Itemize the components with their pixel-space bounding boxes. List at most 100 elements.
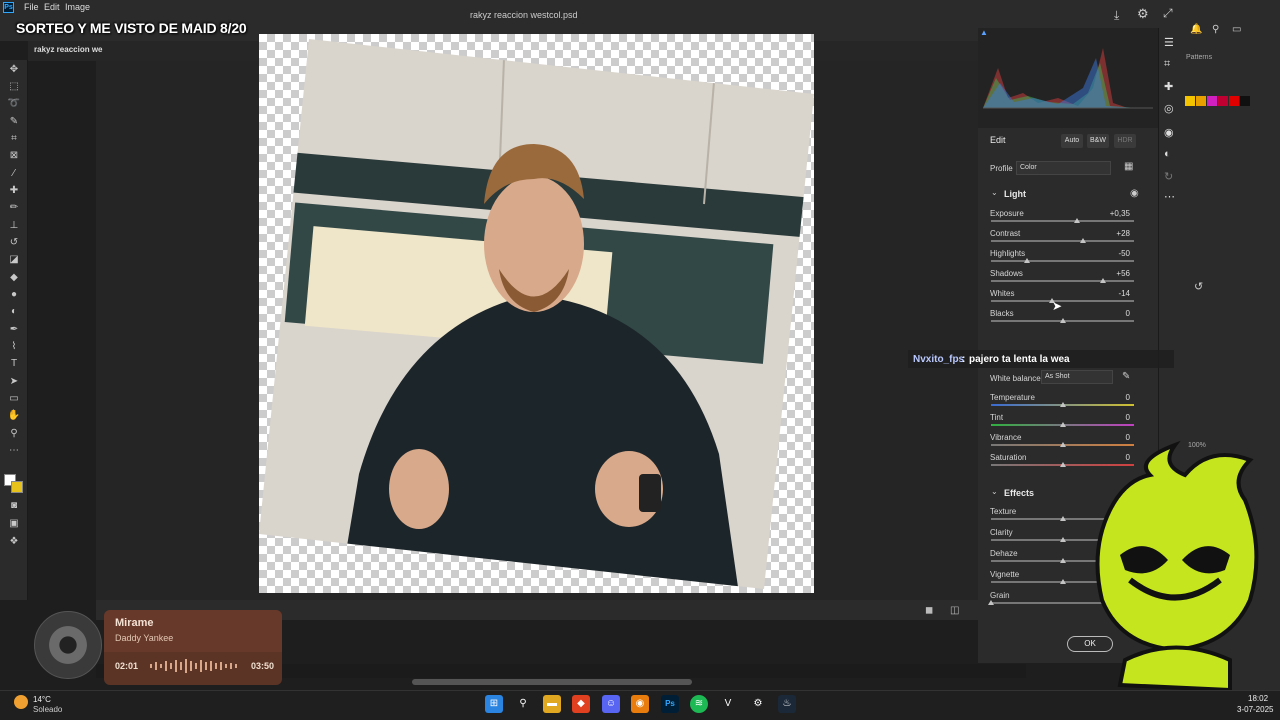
settings-gear-icon[interactable]: ⚙ [1137,6,1149,22]
light-visibility-eye-icon[interactable]: ◉ [1130,188,1139,199]
steam-icon[interactable]: ♨ [778,695,796,713]
blur-tool-icon[interactable]: ● [7,289,21,301]
menu-edit[interactable]: Edit [44,2,60,12]
color-swatch[interactable] [1240,96,1250,106]
single-view-icon[interactable]: ◼ [925,605,933,616]
brush-tool-icon[interactable]: ✏ [7,202,21,214]
photoshop-logo-icon[interactable]: Ps [3,2,14,13]
rectangle-tool-icon[interactable]: ▭ [7,393,21,405]
more-options-icon[interactable]: ⋯ [1164,190,1175,203]
slider-value-exposure[interactable]: +0,35 [1098,209,1130,218]
workspace-icon[interactable]: ▭ [1232,24,1241,35]
healing-tool-icon[interactable]: ✚ [7,185,21,197]
pen-tool-icon[interactable]: ✒ [7,324,21,336]
slider-track-whites[interactable] [991,300,1134,302]
spotify-icon[interactable]: ≋ [690,695,708,713]
slider-track-exposure[interactable] [991,220,1134,222]
profile-browser-icon[interactable]: ▦ [1124,161,1133,172]
profile-select[interactable]: Color [1016,161,1111,175]
paint-bucket-icon[interactable]: ◆ [7,272,21,284]
pen-tool-icon-2[interactable]: ⌇ [7,341,21,353]
path-select-icon[interactable]: ➤ [7,376,21,388]
dodge-tool-icon[interactable]: ◐ [7,306,21,318]
image-canvas[interactable] [259,34,814,593]
notifications-icon[interactable]: 🔔 [1190,24,1202,35]
app-icon[interactable]: ⚙ [749,695,767,713]
color-swatch[interactable] [1185,96,1195,106]
move-tool-icon[interactable]: ✥ [7,64,21,76]
hand-tool-icon[interactable]: ✋ [7,410,21,422]
auto-button[interactable]: Auto [1061,134,1083,148]
color-swatch[interactable] [1207,96,1217,106]
slider-thumb-vignette[interactable] [1059,579,1066,584]
clock-date[interactable]: 3-07-2025 [1237,705,1273,714]
slider-thumb-temperature[interactable] [1059,402,1066,407]
document-tab[interactable]: rakyz reaccion we [34,45,102,54]
background-color-swatch[interactable] [11,481,23,493]
edit-sliders-icon[interactable]: ☰ [1164,36,1174,49]
snapshots-icon[interactable]: ↻ [1164,170,1173,183]
discord-icon[interactable]: ☺ [602,695,620,713]
extras-icon[interactable]: ❖ [7,536,21,548]
file-explorer-icon[interactable]: ▬ [543,695,561,713]
history-brush-icon[interactable]: ↺ [7,237,21,249]
slider-thumb-blacks[interactable] [1059,318,1066,323]
screen-mode-icon[interactable]: ▣ [7,518,21,530]
quick-mask-icon[interactable]: ◙ [7,500,21,512]
eyedropper-tool-icon[interactable]: ⁄ [7,168,21,180]
slider-thumb-exposure[interactable] [1073,218,1080,223]
split-view-icon[interactable]: ◫ [950,605,959,616]
hdr-button[interactable]: HDR [1114,134,1136,148]
color-swatch[interactable] [1218,96,1228,106]
slider-thumb-dehaze[interactable] [1059,558,1066,563]
slider-value-tint[interactable]: 0 [1098,413,1130,422]
history-icon[interactable]: ↺ [1194,280,1203,293]
color-swatch[interactable] [1196,96,1206,106]
blender-icon[interactable]: ◉ [631,695,649,713]
more-tools-icon[interactable]: ⋯ [7,445,21,457]
clipping-warning-icon[interactable]: ▲ [980,28,988,37]
photoshop-taskbar-icon[interactable]: Ps [661,695,679,713]
stamp-tool-icon[interactable]: ⊥ [7,220,21,232]
light-chevron-icon[interactable]: ⌄ [991,188,998,197]
slider-thumb-clarity[interactable] [1059,537,1066,542]
menu-image[interactable]: Image [65,2,90,12]
frame-tool-icon[interactable]: ⊠ [7,150,21,162]
effects-chevron-icon[interactable]: ⌄ [991,487,998,496]
download-icon[interactable]: ⤓ [1114,8,1119,23]
slider-value-shadows[interactable]: +56 [1098,269,1130,278]
weather-temperature[interactable]: 14°C [33,695,51,704]
horizontal-scroll-thumb[interactable] [412,679,692,685]
search-taskbar-icon[interactable]: ⚲ [514,695,532,713]
light-section-title[interactable]: Light [1004,189,1026,199]
eraser-tool-icon[interactable]: ◪ [7,254,21,266]
weather-condition[interactable]: Soleado [33,705,62,714]
slider-thumb-shadows[interactable] [1099,278,1106,283]
slider-track-shadows[interactable] [991,280,1134,282]
effects-section-title[interactable]: Effects [1004,488,1034,498]
marquee-tool-icon[interactable]: ⬚ [7,81,21,93]
slider-value-highlights[interactable]: -50 [1098,249,1130,258]
start-button-icon[interactable]: ⊞ [485,695,503,713]
crop-rotate-icon[interactable]: ⌗ [1164,58,1170,71]
bw-button[interactable]: B&W [1087,134,1109,148]
slider-thumb-texture[interactable] [1059,516,1066,521]
search-icon[interactable]: ⚲ [1212,24,1219,35]
menu-file[interactable]: File [24,2,39,12]
eyedropper-icon[interactable]: ✎ [1122,371,1130,382]
slider-thumb-saturation[interactable] [1059,462,1066,467]
slider-track-highlights[interactable] [991,260,1134,262]
presets-icon[interactable]: ◐ [1164,148,1171,160]
valorant-icon[interactable]: V [719,695,737,713]
quick-select-tool-icon[interactable]: ✎ [7,116,21,128]
weather-sun-icon[interactable] [14,695,28,709]
heal-icon[interactable]: ✚ [1164,80,1173,93]
brave-browser-icon[interactable]: ◆ [572,695,590,713]
slider-thumb-tint[interactable] [1059,422,1066,427]
patterns-tab[interactable]: Patterns [1186,54,1212,61]
lasso-tool-icon[interactable]: ➰ [7,98,21,110]
slider-thumb-grain[interactable] [988,600,994,605]
slider-value-whites[interactable]: -14 [1098,289,1130,298]
slider-value-contrast[interactable]: +28 [1098,229,1130,238]
zoom-tool-icon[interactable]: ⚲ [7,428,21,440]
